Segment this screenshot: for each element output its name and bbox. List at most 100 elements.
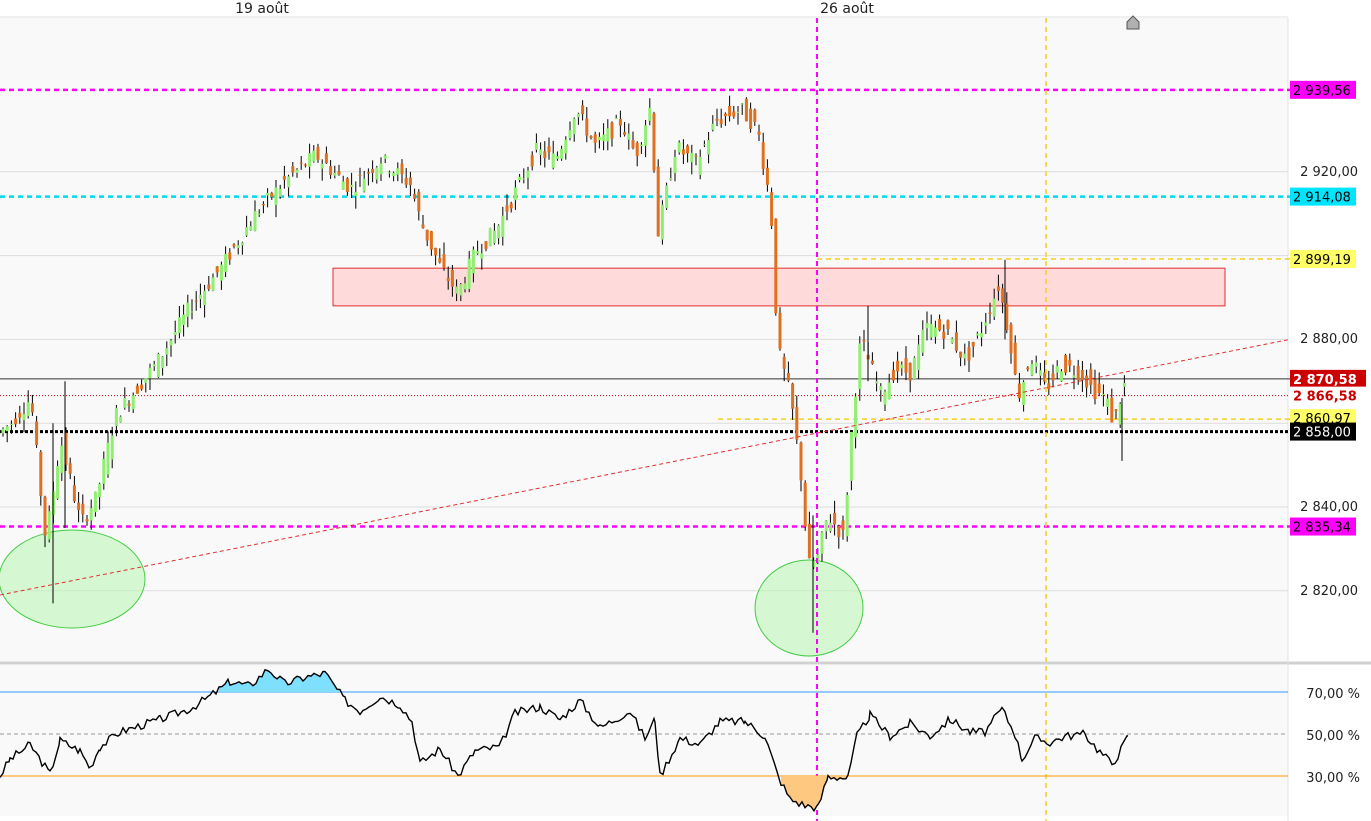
- price-tag-label: 2 914,08: [1293, 191, 1351, 206]
- candle-body: [387, 172, 391, 174]
- candle-body: [476, 251, 480, 254]
- candle-body: [551, 153, 555, 168]
- candle-body: [337, 171, 341, 175]
- price-tag-label: 2 866,58: [1293, 390, 1357, 405]
- resistance-zone: [332, 267, 1226, 307]
- candle-body: [1064, 355, 1068, 373]
- candle-body: [669, 178, 673, 180]
- candle-body: [165, 348, 169, 355]
- candle-body: [253, 211, 257, 231]
- candle-body: [484, 241, 488, 249]
- candle-body: [291, 166, 295, 173]
- candle-body: [1030, 364, 1034, 376]
- candle-body: [400, 163, 404, 175]
- candle-body: [152, 364, 156, 367]
- candle-body: [602, 134, 606, 142]
- candle-body: [547, 146, 551, 153]
- price-tick-label: 2 840,00: [1300, 500, 1358, 515]
- candle-body: [5, 426, 9, 432]
- candle-body: [1038, 370, 1042, 376]
- price-tag-label: 2 835,34: [1293, 521, 1351, 536]
- candle-body: [312, 150, 316, 162]
- candle-body: [358, 174, 362, 176]
- candle-body: [308, 153, 312, 167]
- candle-body: [681, 149, 685, 155]
- candle-body: [198, 294, 202, 300]
- candle-body: [883, 391, 887, 405]
- candle-body: [438, 257, 442, 263]
- candle-body: [203, 290, 207, 306]
- trading-chart: 19 août 26 août 2 920,00 2 880,00 2 840,…: [0, 0, 1371, 821]
- candle-body: [1068, 359, 1072, 366]
- candle-body: [904, 358, 908, 373]
- candle-body: [799, 442, 803, 481]
- candle-body: [656, 166, 660, 237]
- candle-body: [946, 320, 950, 330]
- oscillator-tick-label: 70,00 %: [1306, 687, 1360, 702]
- candle-body: [417, 191, 421, 212]
- support-circle: [754, 559, 864, 657]
- candle-body: [513, 187, 517, 201]
- price-tag-label: 2 870,58: [1293, 373, 1357, 388]
- candle-body: [467, 258, 471, 290]
- price-tag-label: 2 939,56: [1293, 84, 1351, 99]
- candle-body: [492, 230, 496, 244]
- candle-body: [820, 532, 824, 554]
- candle-body: [169, 340, 173, 346]
- candle-body: [589, 136, 593, 138]
- candle-body: [980, 332, 984, 338]
- candle-body: [1110, 397, 1114, 423]
- candle-body: [572, 118, 576, 135]
- candle-body: [232, 244, 236, 247]
- candle-body: [824, 520, 828, 532]
- candle-body: [177, 317, 181, 334]
- candle-body: [1101, 394, 1105, 396]
- candle-body: [207, 284, 211, 290]
- candle-body: [421, 224, 425, 228]
- candle-body: [627, 133, 631, 140]
- candle-body: [85, 519, 89, 522]
- candle-body: [362, 178, 366, 192]
- candle-body: [963, 353, 967, 359]
- candle-body: [1009, 324, 1013, 354]
- candle-body: [530, 155, 534, 167]
- candle-body: [522, 178, 526, 180]
- candle-body: [144, 378, 148, 383]
- candle-body: [639, 144, 643, 147]
- candle-body: [282, 175, 286, 180]
- price-tick-label: 2 880,00: [1300, 332, 1358, 347]
- candle-body: [505, 205, 509, 212]
- candle-body: [345, 178, 349, 193]
- candle-body: [862, 340, 866, 342]
- candle-body: [114, 407, 118, 426]
- candle-body: [1034, 362, 1038, 367]
- candle-body: [127, 403, 131, 406]
- candle-body: [728, 106, 732, 117]
- candle-body: [366, 172, 370, 174]
- candle-body: [1114, 409, 1118, 411]
- candle-body: [56, 466, 60, 499]
- candle-body: [950, 338, 954, 343]
- price-tag-label: 2 858,00: [1293, 426, 1351, 441]
- price-tick-label: 2 920,00: [1300, 165, 1358, 180]
- candle-body: [245, 227, 249, 236]
- candle-body: [140, 384, 144, 390]
- candle-body: [442, 254, 446, 268]
- price-tag: 2 858,00: [1290, 422, 1356, 441]
- candle-body: [22, 414, 26, 421]
- candle-body: [396, 168, 400, 175]
- candle-body: [1051, 373, 1055, 381]
- candle-body: [1001, 288, 1005, 303]
- candle-body: [757, 131, 761, 135]
- candle-body: [329, 166, 333, 175]
- candle-body: [585, 118, 589, 136]
- candle-body: [68, 463, 72, 474]
- candle-body: [1022, 382, 1026, 405]
- candle-body: [379, 163, 383, 175]
- candle-body: [72, 485, 76, 502]
- candle-body: [967, 347, 971, 361]
- candle-body: [266, 193, 270, 196]
- oscillator-tick-label: 30,00 %: [1306, 771, 1360, 786]
- candle-body: [711, 123, 715, 130]
- candle-body: [539, 149, 543, 155]
